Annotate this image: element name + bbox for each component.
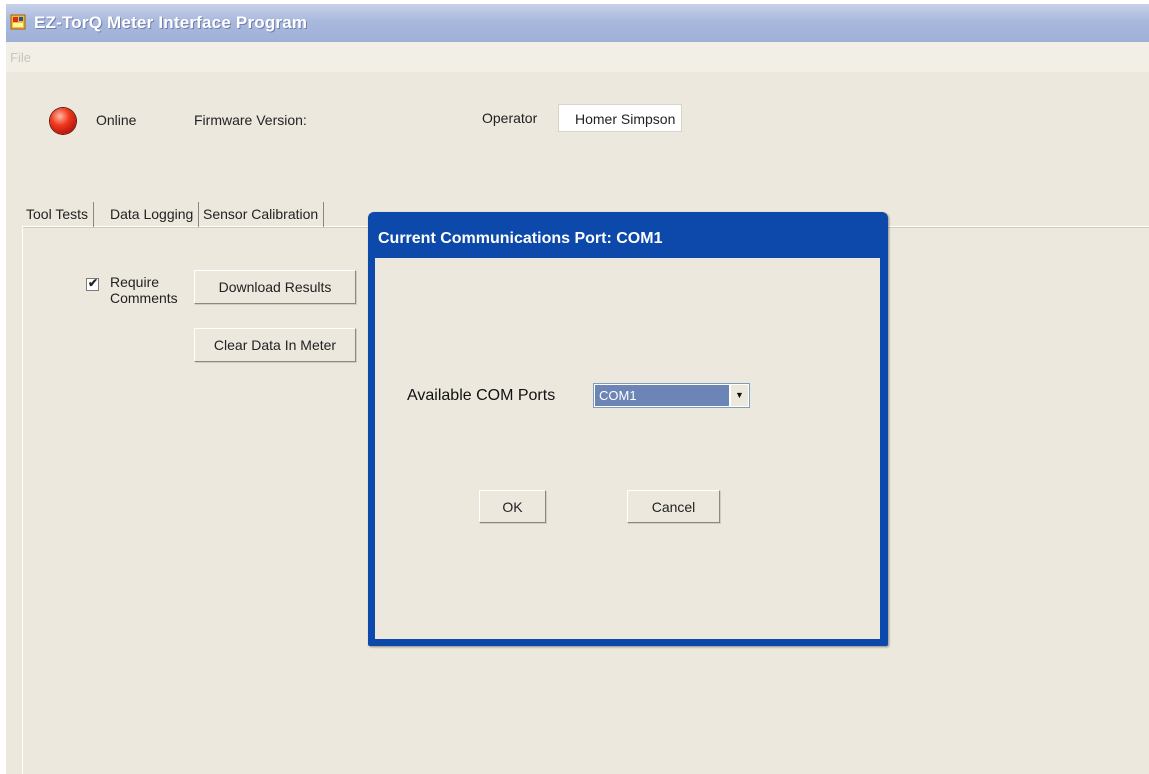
download-results-button[interactable]: Download Results bbox=[194, 270, 356, 304]
chevron-down-icon[interactable]: ▼ bbox=[730, 385, 748, 406]
com-port-dialog: Current Communications Port: COM1 Availa… bbox=[368, 212, 888, 646]
com-port-select[interactable]: COM1 ▼ bbox=[593, 383, 750, 408]
menu-bar: File bbox=[6, 42, 1149, 72]
require-comments-line1: Require bbox=[110, 274, 160, 290]
main-window: EZ-TorQ Meter Interface Program File Onl… bbox=[6, 4, 1149, 774]
tab-sensor-calibration[interactable]: Sensor Calibration bbox=[203, 202, 325, 227]
status-led-icon bbox=[50, 108, 76, 134]
require-comments-checkbox[interactable]: ✔ bbox=[86, 276, 99, 291]
window-title: EZ-TorQ Meter Interface Program bbox=[34, 13, 308, 32]
operator-label: Operator bbox=[482, 110, 538, 126]
checkmark-icon: ✔ bbox=[88, 276, 99, 290]
com-port-selected-value: COM1 bbox=[595, 385, 729, 406]
clear-data-button[interactable]: Clear Data In Meter bbox=[194, 328, 356, 362]
tab-tool-tests[interactable]: Tool Tests bbox=[26, 202, 94, 227]
cancel-button[interactable]: Cancel bbox=[627, 490, 720, 523]
dialog-title: Current Communications Port: COM1 bbox=[378, 230, 663, 247]
ok-button[interactable]: OK bbox=[479, 490, 546, 523]
tab-panel-edge bbox=[22, 226, 23, 774]
dialog-body: Available COM Ports COM1 ▼ OK Cancel bbox=[375, 258, 880, 639]
firmware-label: Firmware Version: bbox=[194, 112, 307, 128]
title-bar[interactable]: EZ-TorQ Meter Interface Program bbox=[6, 4, 1149, 42]
require-comments-label: Require Comments bbox=[110, 274, 178, 306]
menu-file[interactable]: File bbox=[10, 50, 31, 65]
require-comments-line2: Comments bbox=[110, 290, 178, 306]
status-label: Online bbox=[96, 112, 137, 128]
app-icon bbox=[10, 14, 26, 30]
com-ports-label: Available COM Ports bbox=[407, 387, 556, 404]
tab-data-logging[interactable]: Data Logging bbox=[110, 202, 200, 227]
operator-field[interactable]: Homer Simpson bbox=[558, 104, 682, 132]
